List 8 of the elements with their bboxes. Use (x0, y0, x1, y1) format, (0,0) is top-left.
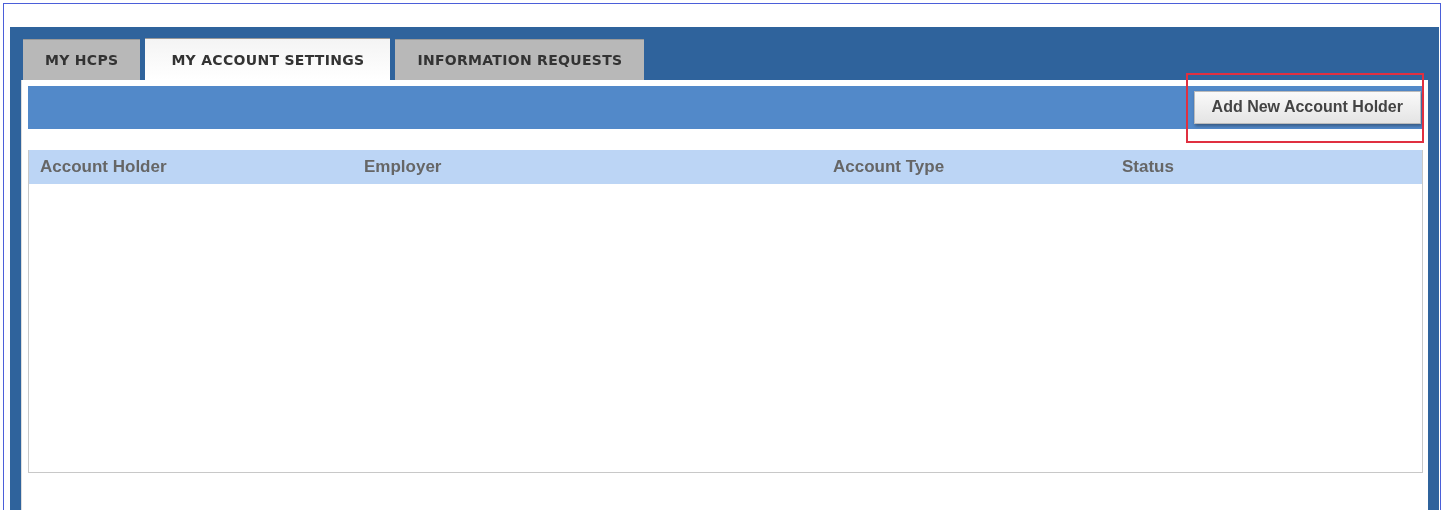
tab[interactable]: MY HCPS (23, 39, 141, 80)
column-header: Employer (364, 157, 443, 177)
tab[interactable]: INFORMATION REQUESTS (395, 39, 645, 80)
column-header: Account Type (833, 157, 946, 177)
tab[interactable]: MY ACCOUNT SETTINGS (145, 38, 391, 80)
column-header: Status (1122, 157, 1174, 177)
column-header: Account Holder (39, 157, 168, 177)
add-account-holder-button[interactable]: Add New Account Holder (1193, 91, 1421, 124)
